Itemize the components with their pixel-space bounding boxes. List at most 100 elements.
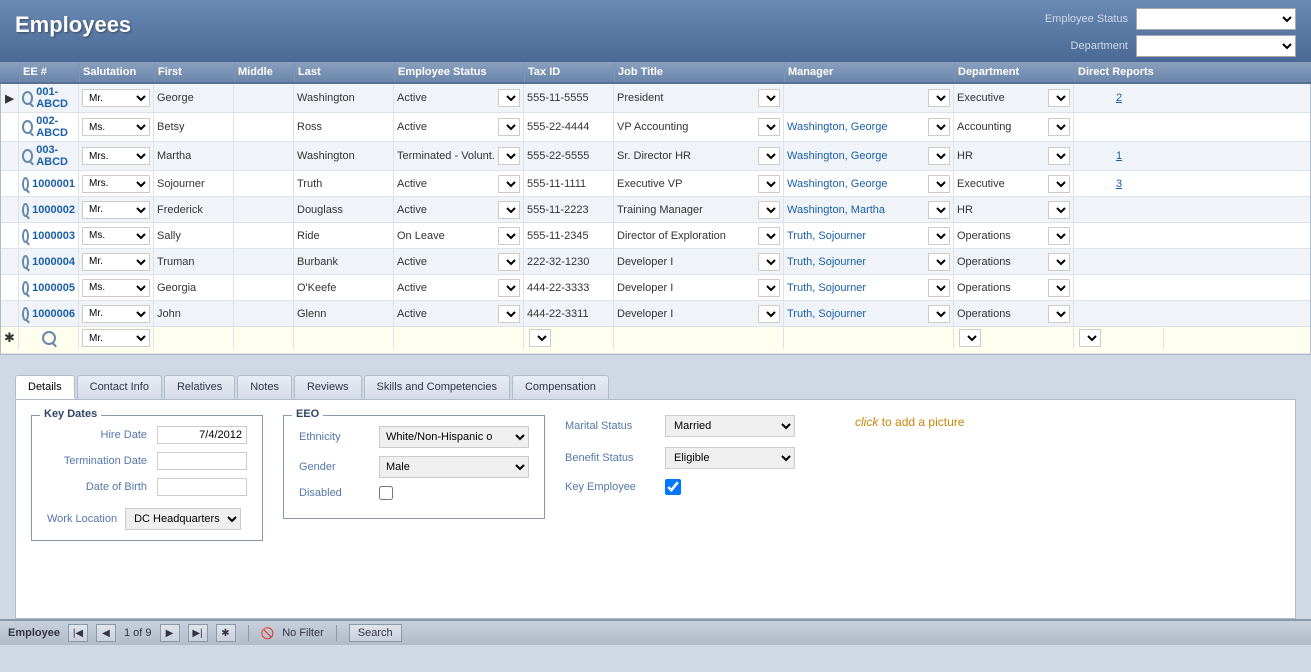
department-input[interactable] (957, 150, 1044, 162)
disabled-checkbox[interactable] (379, 486, 393, 500)
middle-name-input[interactable] (237, 204, 290, 216)
status-input[interactable] (397, 256, 494, 268)
job-title-dropdown[interactable]: PresidentVP AccountingSr. Director HRExe… (758, 253, 780, 271)
status-dropdown[interactable]: ActiveInactiveOn LeaveTerminated - Volun… (498, 227, 520, 245)
job-title-input[interactable] (617, 282, 754, 294)
direct-reports-link[interactable]: 1 (1116, 150, 1122, 162)
manager-input[interactable] (787, 230, 924, 242)
department-input[interactable] (957, 256, 1044, 268)
manager-dropdown[interactable] (928, 175, 950, 193)
status-input[interactable] (397, 121, 494, 133)
job-title-input[interactable] (617, 308, 754, 320)
department-dropdown[interactable]: ExecutiveAccountingHROperations (1048, 175, 1070, 193)
middle-name-input[interactable] (237, 308, 290, 320)
middle-name-input[interactable] (237, 150, 290, 162)
benefit-status-select[interactable]: Eligible Not Eligible (665, 447, 795, 469)
salutation-select[interactable]: Mr.Mrs.Ms.Dr. (82, 253, 150, 271)
department-dropdown[interactable]: ExecutiveAccountingHROperations (1048, 227, 1070, 245)
status-input[interactable] (397, 282, 494, 294)
search-icon[interactable] (22, 255, 29, 269)
manager-dropdown[interactable] (928, 227, 950, 245)
status-dropdown[interactable]: ActiveInactiveOn LeaveTerminated - Volun… (498, 305, 520, 323)
nav-new-button[interactable]: ✱ (216, 624, 236, 642)
search-icon[interactable] (42, 331, 56, 345)
first-name-input[interactable] (157, 230, 230, 242)
last-name-input[interactable] (297, 204, 390, 216)
nav-next-button[interactable]: ▶ (160, 624, 180, 642)
manager-input[interactable] (787, 121, 924, 133)
search-icon[interactable] (22, 229, 29, 243)
manager-input[interactable] (787, 256, 924, 268)
job-title-input[interactable] (617, 256, 754, 268)
department-dropdown[interactable]: ExecutiveAccountingHROperations (1048, 201, 1070, 219)
first-name-input[interactable] (157, 282, 230, 294)
direct-reports-link[interactable]: 2 (1116, 92, 1122, 104)
job-title-dropdown[interactable]: PresidentVP AccountingSr. Director HRExe… (758, 118, 780, 136)
salutation-select[interactable]: Mr.Mrs.Ms.Dr. (82, 305, 150, 323)
status-input[interactable] (397, 150, 494, 162)
key-employee-checkbox[interactable] (665, 479, 681, 495)
new-salutation-select[interactable]: Mr.Mrs.Ms.Dr. (82, 329, 150, 347)
middle-name-input[interactable] (237, 92, 290, 104)
department-select[interactable]: Executive Accounting HR Operations (1136, 35, 1296, 57)
work-location-select[interactable]: DC Headquarters Remote (125, 508, 241, 530)
department-input[interactable] (957, 282, 1044, 294)
search-icon[interactable] (22, 120, 33, 134)
last-name-input[interactable] (297, 121, 390, 133)
salutation-select[interactable]: Mr.Mrs.Ms.Dr. (82, 118, 150, 136)
department-dropdown[interactable]: ExecutiveAccountingHROperations (1048, 279, 1070, 297)
tax-id-input[interactable] (527, 308, 610, 320)
status-input[interactable] (397, 92, 494, 104)
status-dropdown[interactable]: ActiveInactiveOn LeaveTerminated - Volun… (498, 118, 520, 136)
first-name-input[interactable] (157, 178, 230, 190)
manager-input[interactable] (787, 204, 924, 216)
marital-status-select[interactable]: Married Single Divorced Widowed (665, 415, 795, 437)
tab-contact-info[interactable]: Contact Info (77, 375, 162, 399)
last-name-input[interactable] (297, 308, 390, 320)
search-icon[interactable] (22, 91, 33, 105)
picture-area[interactable]: click to add a picture (855, 415, 964, 429)
manager-input[interactable] (787, 178, 924, 190)
last-name-input[interactable] (297, 282, 390, 294)
tab-reviews[interactable]: Reviews (294, 375, 362, 399)
nav-search-button[interactable]: Search (349, 624, 402, 642)
salutation-select[interactable]: Mr.Mrs.Ms.Dr. (82, 227, 150, 245)
employee-status-select[interactable]: Active On Leave Terminated - Volunt. (1136, 8, 1296, 30)
new-status-dropdown[interactable] (529, 329, 551, 347)
gender-select[interactable]: Male Female (379, 456, 529, 478)
job-title-dropdown[interactable]: PresidentVP AccountingSr. Director HRExe… (758, 147, 780, 165)
middle-name-input[interactable] (237, 230, 290, 242)
hire-date-input[interactable] (157, 426, 247, 444)
ethnicity-select[interactable]: White/Non-Hispanic o Hispanic African Am… (379, 426, 529, 448)
manager-input[interactable] (787, 282, 924, 294)
department-input[interactable] (957, 178, 1044, 190)
search-icon[interactable] (22, 177, 29, 191)
status-dropdown[interactable]: ActiveInactiveOn LeaveTerminated - Volun… (498, 175, 520, 193)
first-name-input[interactable] (157, 92, 230, 104)
tax-id-input[interactable] (527, 92, 610, 104)
manager-input[interactable] (787, 150, 924, 162)
status-dropdown[interactable]: ActiveInactiveOn LeaveTerminated - Volun… (498, 279, 520, 297)
job-title-input[interactable] (617, 121, 754, 133)
job-title-input[interactable] (617, 178, 754, 190)
job-title-dropdown[interactable]: PresidentVP AccountingSr. Director HRExe… (758, 89, 780, 107)
manager-dropdown[interactable] (928, 147, 950, 165)
job-title-dropdown[interactable]: PresidentVP AccountingSr. Director HRExe… (758, 201, 780, 219)
job-title-input[interactable] (617, 204, 754, 216)
termination-date-input[interactable] (157, 452, 247, 470)
nav-prev-button[interactable]: ◀ (96, 624, 116, 642)
status-dropdown[interactable]: ActiveInactiveOn LeaveTerminated - Volun… (498, 89, 520, 107)
department-input[interactable] (957, 121, 1044, 133)
manager-dropdown[interactable] (928, 201, 950, 219)
salutation-select[interactable]: Mr.Mrs.Ms.Dr. (82, 89, 150, 107)
first-name-input[interactable] (157, 256, 230, 268)
tab-details[interactable]: Details (15, 375, 75, 399)
job-title-dropdown[interactable]: PresidentVP AccountingSr. Director HRExe… (758, 305, 780, 323)
job-title-input[interactable] (617, 92, 754, 104)
dob-input[interactable] (157, 478, 247, 496)
middle-name-input[interactable] (237, 282, 290, 294)
job-title-dropdown[interactable]: PresidentVP AccountingSr. Director HRExe… (758, 227, 780, 245)
manager-input[interactable] (787, 308, 924, 320)
first-name-input[interactable] (157, 121, 230, 133)
manager-dropdown[interactable] (928, 89, 950, 107)
